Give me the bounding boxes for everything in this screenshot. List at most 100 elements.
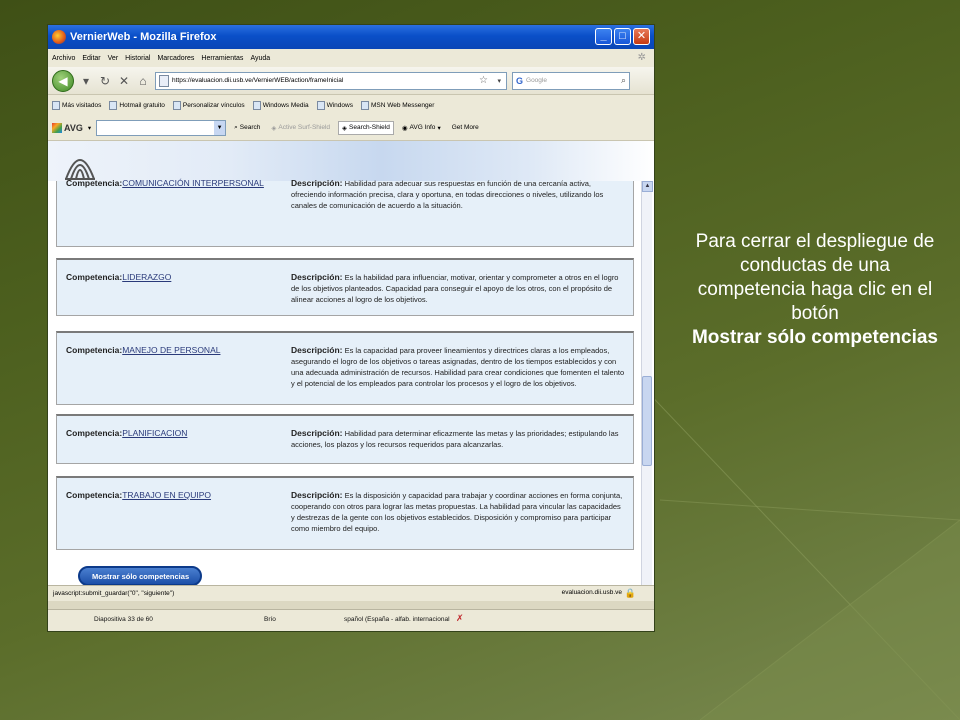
avg-dropdown-icon[interactable]: ▾ <box>88 124 91 132</box>
slide-counter: Diapositiva 33 de 60 <box>94 616 153 623</box>
competency-title: Competencia:LIDERAZGO <box>66 272 171 282</box>
msn-icon <box>360 100 369 110</box>
menu-ayuda[interactable]: Ayuda <box>250 55 270 62</box>
forward-dropdown-icon[interactable]: ▾ <box>79 74 93 88</box>
menu-archivo[interactable]: Archivo <box>52 55 75 62</box>
url-bar[interactable]: https://evaluacion.dii.usb.ve/VernierWEB… <box>155 71 507 90</box>
status-text: javascript:submit_guardar("0", "siguient… <box>53 590 175 597</box>
competency-label: Competencia: <box>66 490 123 500</box>
vertical-scrollbar[interactable]: ▲ <box>641 181 653 601</box>
bookmark-personalizar[interactable]: Personalizar vínculos <box>172 100 245 110</box>
competency-card: Competencia:COMUNICACIÓN INTERPERSONAL D… <box>56 178 634 247</box>
competency-description: Descripción: Es la capacidad para provee… <box>291 345 625 389</box>
avg-search-button[interactable]: ⌕ Search <box>231 122 263 134</box>
competency-link[interactable]: LIDERAZGO <box>122 272 171 282</box>
bookmark-label: Hotmail gratuito <box>119 101 165 109</box>
competency-title: Competencia:PLANIFICACION <box>66 428 187 438</box>
get-more-label: Get More <box>451 124 479 131</box>
active-surf-shield-button[interactable]: ◈ Active Surf-Shield <box>268 122 333 134</box>
competency-label: Competencia: <box>66 345 123 355</box>
scroll-up-icon[interactable]: ▲ <box>642 181 653 192</box>
show-only-competencies-button[interactable]: Mostrar sólo competencias <box>78 566 202 586</box>
close-button[interactable]: ✕ <box>633 28 650 45</box>
get-more-button[interactable]: Get More <box>449 122 482 133</box>
google-icon[interactable]: G <box>516 76 523 86</box>
active-surf-label: Active Surf-Shield <box>278 124 331 131</box>
url-text: https://evaluacion.dii.usb.ve/VernierWEB… <box>172 77 344 84</box>
browser-screenshot: VernierWeb - Mozilla Firefox _ □ ✕ Archi… <box>48 25 654 631</box>
description-label: Descripción: <box>291 178 343 188</box>
menu-bar: Archivo Editar Ver Historial Marcadores … <box>48 49 654 67</box>
bookmark-star-icon[interactable]: ☆ <box>479 75 488 86</box>
minimize-button[interactable]: _ <box>595 28 612 45</box>
bookmarks-toolbar: Más visitados Hotmail gratuito Personali… <box>48 95 654 115</box>
navigation-toolbar: ◀ ▾ ↻ ✕ ⌂ https://evaluacion.dii.usb.ve/… <box>48 67 654 95</box>
stop-icon[interactable]: ✕ <box>117 74 131 88</box>
avg-toolbar: AVG ▾ ▼ ⌕ Search ◈ Active Surf-Shield ◈ Sea… <box>48 115 654 141</box>
competency-link[interactable]: PLANIFICACION <box>122 428 187 438</box>
page-content: Competencia:COMUNICACIÓN INTERPERSONAL D… <box>48 141 654 601</box>
avg-search-input[interactable]: ▼ <box>96 119 227 136</box>
url-dropdown-icon[interactable]: ▾ <box>497 77 501 85</box>
avg-search-label: Search <box>239 124 261 131</box>
bookmark-label: Personalizar vínculos <box>182 101 245 109</box>
competency-title: Competencia:COMUNICACIÓN INTERPERSONAL <box>66 178 264 188</box>
bookmark-icon <box>109 100 118 110</box>
chevron-down-icon: ▾ <box>437 124 441 132</box>
bookmark-label: Windows Media <box>262 101 309 109</box>
avg-logo[interactable]: AVG <box>52 122 83 133</box>
menu-editar[interactable]: Editar <box>82 55 100 62</box>
scroll-thumb[interactable] <box>642 376 652 466</box>
bookmark-icon <box>252 100 261 110</box>
competency-link[interactable]: COMUNICACIÓN INTERPERSONAL <box>122 178 264 188</box>
taskbar-strip <box>48 601 654 609</box>
bookmark-label: Más visitados <box>62 101 102 109</box>
menu-ver[interactable]: Ver <box>108 55 119 62</box>
theme-name: Brío <box>264 616 276 623</box>
menu-historial[interactable]: Historial <box>125 55 150 62</box>
description-label: Descripción: <box>291 272 343 282</box>
search-shield-button[interactable]: ◈ Search-Shield <box>338 120 394 135</box>
avg-info-label: AVG Info <box>409 124 436 131</box>
status-domain: evaluacion.dii.usb.ve <box>561 589 622 596</box>
bookmark-icon <box>316 100 325 110</box>
page-icon <box>159 74 169 87</box>
bookmark-msn[interactable]: MSN Web Messenger <box>360 100 435 110</box>
description-label: Descripción: <box>291 490 343 500</box>
shield-icon: ◈ <box>342 124 348 132</box>
home-icon[interactable]: ⌂ <box>136 74 150 88</box>
competency-title: Competencia:TRABAJO EN EQUIPO <box>66 490 211 500</box>
avg-info-button[interactable]: ◉ AVG Info ▾ <box>399 122 444 134</box>
maximize-button[interactable]: □ <box>614 28 631 45</box>
search-input[interactable]: G Google ⌕ <box>512 71 630 90</box>
bookmark-windows[interactable]: Windows <box>316 100 353 110</box>
info-icon: ◉ <box>401 124 408 132</box>
window-title: VernierWeb - Mozilla Firefox <box>70 31 217 43</box>
competency-link[interactable]: TRABAJO EN EQUIPO <box>122 490 211 500</box>
bookmark-mas-visitados[interactable]: Más visitados <box>52 100 102 110</box>
avg-icon <box>52 122 62 133</box>
bookmark-label: MSN Web Messenger <box>370 101 435 109</box>
back-button[interactable]: ◀ <box>52 69 74 92</box>
chevron-down-icon[interactable]: ▼ <box>214 120 226 135</box>
reload-icon[interactable]: ↻ <box>98 74 112 88</box>
bookmark-windows-media[interactable]: Windows Media <box>252 100 309 110</box>
competency-description: Descripción: Es la habilidad para influe… <box>291 272 625 305</box>
language-status: spañol (España - alfab. internacional <box>344 616 450 623</box>
search-icon[interactable]: ⌕ <box>621 75 626 86</box>
search-icon: ⌕ <box>234 123 238 131</box>
competency-link[interactable]: MANEJO DE PERSONAL <box>122 345 220 355</box>
competency-description: Descripción: Habilidad para determinar e… <box>291 428 625 450</box>
bookmark-hotmail[interactable]: Hotmail gratuito <box>109 100 165 110</box>
powerpoint-status-bar: Diapositiva 33 de 60 Brío spañol (España… <box>48 609 654 631</box>
competency-card: Competencia:TRABAJO EN EQUIPO Descripció… <box>56 476 634 550</box>
shield-icon: ◈ <box>271 124 277 132</box>
bookmark-icon <box>172 100 181 110</box>
search-shield-label: Search-Shield <box>349 124 390 131</box>
menu-marcadores[interactable]: Marcadores <box>157 55 194 62</box>
competency-label: Competencia: <box>66 178 123 188</box>
activity-icon: ✲ <box>637 52 646 63</box>
competency-card: Competencia:PLANIFICACION Descripción: H… <box>56 414 634 464</box>
description-label: Descripción: <box>291 345 343 355</box>
menu-herramientas[interactable]: Herramientas <box>201 55 243 62</box>
